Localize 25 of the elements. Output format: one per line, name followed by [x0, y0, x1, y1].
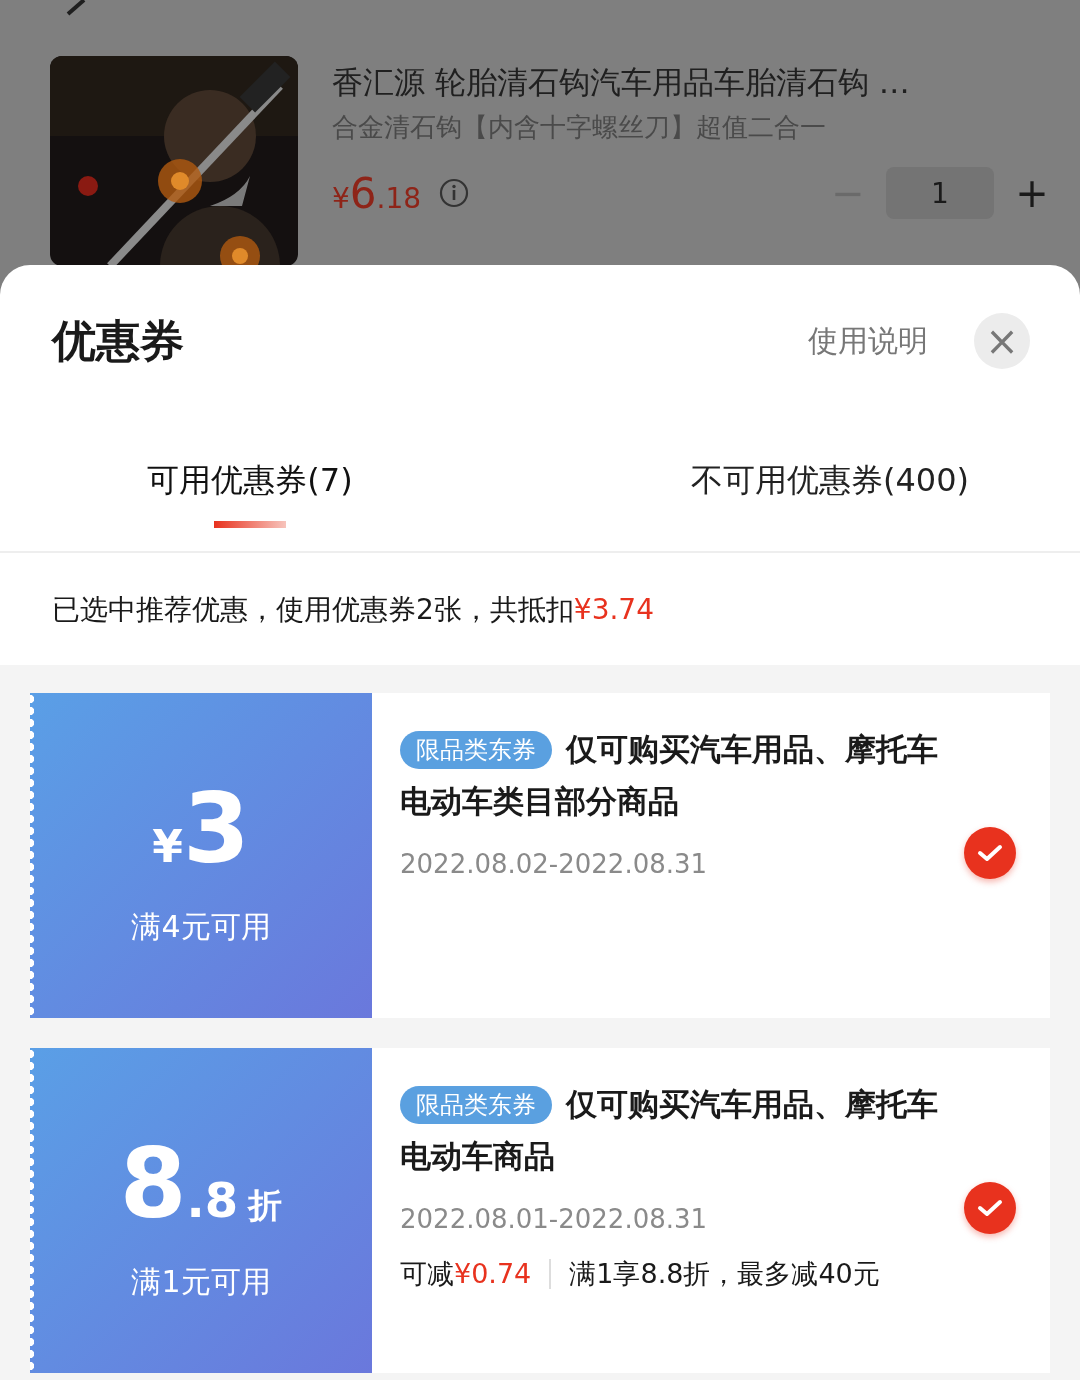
close-button[interactable]: × [974, 313, 1030, 369]
saving-amount: 可减¥0.74 [400, 1257, 532, 1291]
plus-button[interactable]: + [1004, 170, 1060, 216]
check-icon[interactable] [964, 1182, 1016, 1234]
usage-instructions-link[interactable]: 使用说明 [808, 320, 928, 362]
coupon-tab[interactable]: 可用优惠券(7) [0, 459, 580, 551]
info-icon[interactable] [439, 178, 470, 208]
coupon-title: 限品类东券 仅可购买汽车用品、摩托车电动车类目部分商品 [400, 730, 939, 821]
coupon-value: 8.8 折 [119, 1128, 283, 1240]
summary-text: 已选中推荐优惠，使用优惠券2张，共抵扣¥3.74 [51, 592, 655, 628]
validity-dates: 2022.08.01-2022.08.31 [400, 1204, 709, 1234]
category-tag: 限品类东券 [400, 1086, 552, 1124]
coupon-condition: 满1元可用 [131, 1263, 271, 1301]
category-tag: 限品类东券 [400, 731, 552, 769]
coupon-value: ¥3 [152, 773, 250, 885]
quantity-field[interactable]: 1 [886, 167, 994, 219]
sheet-title: 优惠券 [52, 313, 184, 368]
coupon-tab[interactable]: 不可用优惠券(400) [580, 459, 1080, 551]
product-price: ¥6.18 [332, 168, 422, 218]
product-title: 香汇源 轮胎清石钩汽车用品车胎清石钩 … [332, 63, 911, 102]
validity-dates: 2022.08.02-2022.08.31 [400, 849, 709, 879]
check-icon[interactable] [964, 827, 1016, 879]
discount-rule: 满1享8.8折，最多减40元 [569, 1257, 880, 1291]
coupon-condition: 满4元可用 [131, 908, 271, 946]
coupon-title: 限品类东券 仅可购买汽车用品、摩托车电动车商品 [400, 1085, 939, 1176]
